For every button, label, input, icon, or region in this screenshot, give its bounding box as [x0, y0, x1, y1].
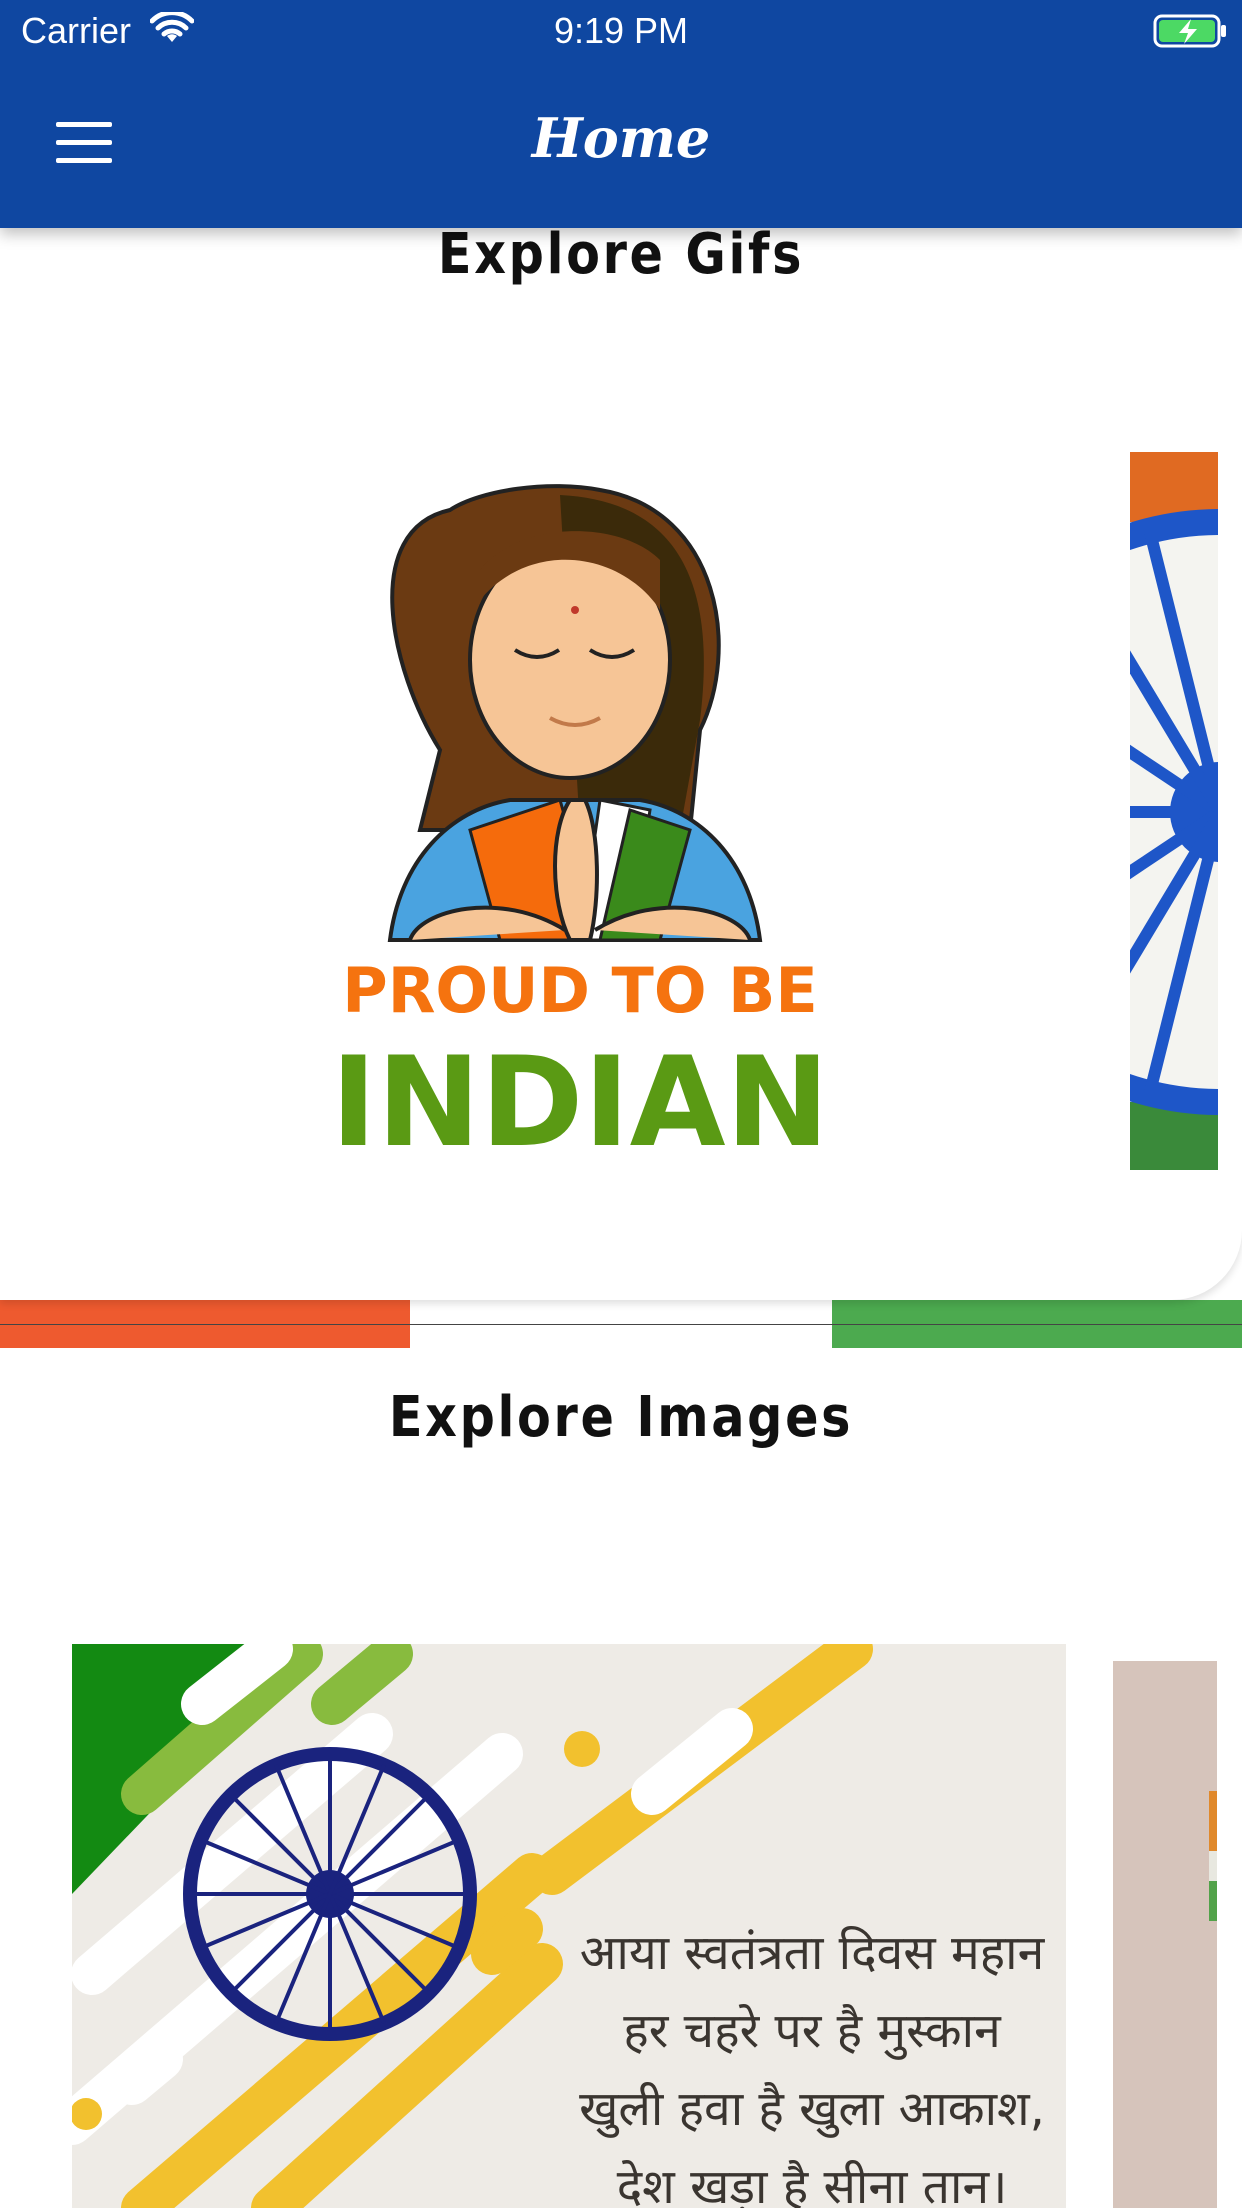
- proud-indian-illustration: PROUD TO BE INDIAN: [331, 484, 830, 1175]
- poem-line: आया स्वतंत्रता दिवस महान: [579, 1925, 1045, 1981]
- hindi-poem: आया स्वतंत्रता दिवस महान हर चहरे पर है म…: [552, 1914, 1066, 2208]
- nav-bar: Home: [0, 62, 1242, 228]
- status-time: 9:19 PM: [553, 10, 689, 51]
- next-image-graphic: [1209, 1791, 1217, 1921]
- image-next-preview[interactable]: [1113, 1661, 1217, 2208]
- ashoka-chakra-icon: [183, 1747, 477, 2041]
- gifs-section-title: Explore Gifs: [437, 222, 805, 287]
- page-title: Home: [531, 106, 711, 170]
- gif-proud-to-be-indian[interactable]: PROUD TO BE INDIAN: [300, 470, 860, 1175]
- gif-line1: PROUD TO BE: [342, 954, 817, 1027]
- battery-charging-icon: [1153, 14, 1226, 48]
- ashoka-chakra-flag-graphic: [1130, 452, 1218, 1170]
- gif-line2: INDIAN: [331, 1031, 830, 1170]
- image-independence-day-poem[interactable]: आया स्वतंत्रता दिवस महान हर चहरे पर है म…: [72, 1644, 1066, 2208]
- images-section-title: Explore Images: [388, 1385, 854, 1450]
- band-divider: [0, 1324, 1242, 1325]
- gif-next-preview[interactable]: [1130, 452, 1218, 1170]
- poem-line: खुली हवा है खुला आकाश,: [579, 2081, 1045, 2137]
- top-bar: Carrier 9:19 PM Home: [0, 0, 1242, 228]
- poem-line: हर चहरे पर है मुस्कान: [623, 2003, 1001, 2059]
- status-bar: Carrier 9:19 PM: [0, 0, 1242, 62]
- poem-line: देश खड़ा है सीना तान।: [616, 2159, 1008, 2208]
